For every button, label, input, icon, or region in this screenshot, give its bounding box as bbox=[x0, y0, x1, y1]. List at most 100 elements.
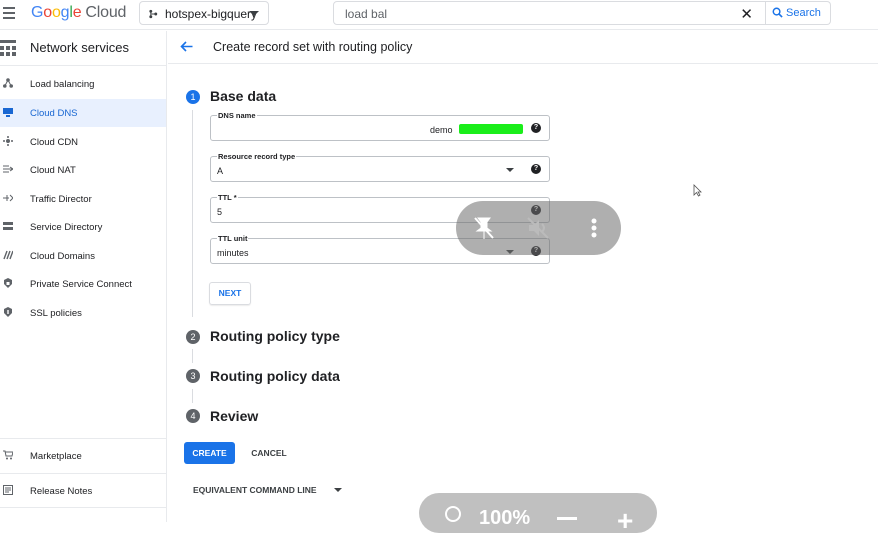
ttl-value: 5 bbox=[217, 207, 223, 217]
dns-name-field[interactable]: DNS name demo ? bbox=[210, 111, 550, 141]
back-arrow-icon[interactable] bbox=[180, 41, 193, 52]
equivalent-command-line-label: EQUIVALENT COMMAND LINE bbox=[193, 485, 317, 495]
sidebar-item-label: Traffic Director bbox=[30, 194, 92, 205]
traffic-director-icon bbox=[3, 194, 13, 202]
divider bbox=[0, 438, 166, 439]
service-directory-icon bbox=[3, 222, 13, 230]
sidebar-item-marketplace[interactable]: Marketplace bbox=[0, 442, 166, 470]
cdn-icon bbox=[3, 136, 13, 146]
sidebar: Network services Load balancing Cloud DN… bbox=[0, 31, 167, 522]
page-header: Create record set with routing policy bbox=[168, 31, 878, 64]
step-connector bbox=[192, 349, 193, 363]
divider bbox=[0, 65, 166, 66]
sidebar-item-label: Marketplace bbox=[30, 451, 82, 462]
marketplace-icon bbox=[3, 450, 13, 460]
create-button[interactable]: CREATE bbox=[184, 442, 235, 464]
sidebar-item-label: Load balancing bbox=[30, 79, 95, 90]
next-button[interactable]: NEXT bbox=[209, 282, 251, 305]
sidebar-item-cloud-domains[interactable]: Cloud Domains bbox=[0, 242, 166, 270]
unpin-icon[interactable] bbox=[473, 216, 495, 240]
sidebar-item-load-balancing[interactable]: Load balancing bbox=[0, 70, 166, 98]
step-badge-4: 4 bbox=[186, 409, 200, 423]
divider bbox=[0, 473, 166, 474]
dns-name-value: demo bbox=[430, 125, 453, 135]
search-input[interactable]: load bal ✕ bbox=[333, 1, 766, 25]
sidebar-item-label: Release Notes bbox=[30, 486, 93, 497]
sidebar-item-ssl-policies[interactable]: SSL policies bbox=[0, 299, 166, 327]
page-title: Create record set with routing policy bbox=[213, 40, 413, 54]
sidebar-item-release-notes[interactable]: Release Notes bbox=[0, 477, 166, 505]
sidebar-item-service-directory[interactable]: Service Directory bbox=[0, 213, 166, 241]
zoom-out-circle-icon[interactable] bbox=[445, 506, 461, 522]
step-title-routing-policy-type[interactable]: Routing policy type bbox=[210, 328, 340, 344]
zoom-plus-icon[interactable]: + bbox=[617, 505, 633, 537]
sidebar-item-label: Cloud CDN bbox=[30, 137, 79, 148]
release-notes-icon bbox=[3, 485, 13, 495]
google-cloud-logo[interactable]: Google Cloud bbox=[31, 4, 126, 22]
sidebar-item-label: Cloud Domains bbox=[30, 251, 95, 262]
step-badge-1: 1 bbox=[186, 90, 200, 104]
sidebar-item-cloud-nat[interactable]: Cloud NAT bbox=[0, 156, 166, 184]
zoom-level: 100% bbox=[479, 507, 531, 529]
ssl-icon bbox=[4, 307, 12, 317]
chevron-down-icon bbox=[334, 488, 342, 492]
search-icon bbox=[772, 7, 783, 18]
clear-search-icon[interactable]: ✕ bbox=[740, 5, 753, 23]
step-title-routing-policy-data[interactable]: Routing policy data bbox=[210, 368, 340, 384]
project-icon bbox=[149, 9, 158, 19]
network-services-icon bbox=[0, 40, 16, 56]
step-badge-2: 2 bbox=[186, 330, 200, 344]
ttl-unit-value: minutes bbox=[217, 248, 249, 258]
dns-icon bbox=[3, 108, 13, 117]
step-connector bbox=[192, 389, 193, 403]
search-button[interactable]: Search bbox=[766, 1, 831, 25]
search-button-label: Search bbox=[786, 7, 821, 19]
logo-cloud-text: Cloud bbox=[85, 4, 127, 21]
search-value: load bal bbox=[345, 7, 388, 21]
load-balancing-icon bbox=[3, 78, 13, 88]
ttl-unit-label: TTL unit bbox=[217, 234, 249, 243]
dns-name-label: DNS name bbox=[217, 111, 257, 120]
project-selector[interactable]: hotspex-bigquery bbox=[139, 1, 269, 25]
more-vert-icon[interactable] bbox=[589, 216, 599, 240]
domains-icon bbox=[3, 250, 13, 260]
sidebar-item-label: SSL policies bbox=[30, 308, 82, 319]
rrtype-value: A bbox=[217, 166, 224, 176]
logo-google-text: Google bbox=[31, 4, 82, 21]
step-title-base-data: Base data bbox=[210, 88, 277, 104]
sidebar-header: Network services bbox=[0, 31, 167, 65]
psc-icon bbox=[4, 278, 12, 288]
dropdown-arrow-icon bbox=[506, 168, 514, 172]
video-controls-overlay bbox=[456, 201, 621, 255]
redaction-mark bbox=[459, 124, 523, 134]
mouse-cursor-icon bbox=[693, 184, 702, 197]
zoom-minus-icon[interactable] bbox=[557, 517, 577, 520]
zoom-control-bar: 100% + bbox=[419, 493, 657, 536]
menu-icon[interactable] bbox=[3, 7, 15, 19]
resource-record-type-select[interactable]: Resource record type A ? bbox=[210, 152, 550, 182]
cancel-button[interactable]: CANCEL bbox=[244, 442, 294, 464]
sidebar-item-label: Private Service Connect bbox=[30, 279, 132, 290]
sidebar-item-private-service-connect[interactable]: Private Service Connect bbox=[0, 270, 166, 298]
chevron-down-icon bbox=[249, 11, 259, 16]
top-bar: Google Cloud hotspex-bigquery load bal ✕ … bbox=[0, 0, 878, 30]
project-name: hotspex-bigquery bbox=[165, 7, 258, 21]
sidebar-title: Network services bbox=[30, 40, 129, 55]
step-title-review[interactable]: Review bbox=[210, 408, 258, 424]
divider bbox=[0, 507, 166, 508]
sidebar-item-cloud-dns[interactable]: Cloud DNS bbox=[0, 99, 166, 127]
sidebar-item-cloud-cdn[interactable]: Cloud CDN bbox=[0, 128, 166, 156]
step-connector bbox=[192, 110, 193, 317]
help-icon[interactable]: ? bbox=[531, 123, 541, 133]
sidebar-item-label: Service Directory bbox=[30, 222, 103, 233]
help-icon[interactable]: ? bbox=[531, 164, 541, 174]
nat-icon bbox=[3, 165, 13, 173]
sidebar-item-label: Cloud DNS bbox=[30, 108, 78, 119]
mute-icon[interactable] bbox=[526, 216, 550, 240]
step-badge-3: 3 bbox=[186, 369, 200, 383]
rrtype-label: Resource record type bbox=[217, 152, 297, 161]
sidebar-item-traffic-director[interactable]: Traffic Director bbox=[0, 185, 166, 213]
equivalent-command-line-button[interactable]: EQUIVALENT COMMAND LINE bbox=[186, 479, 346, 501]
ttl-label: TTL * bbox=[217, 193, 238, 202]
sidebar-item-label: Cloud NAT bbox=[30, 165, 76, 176]
